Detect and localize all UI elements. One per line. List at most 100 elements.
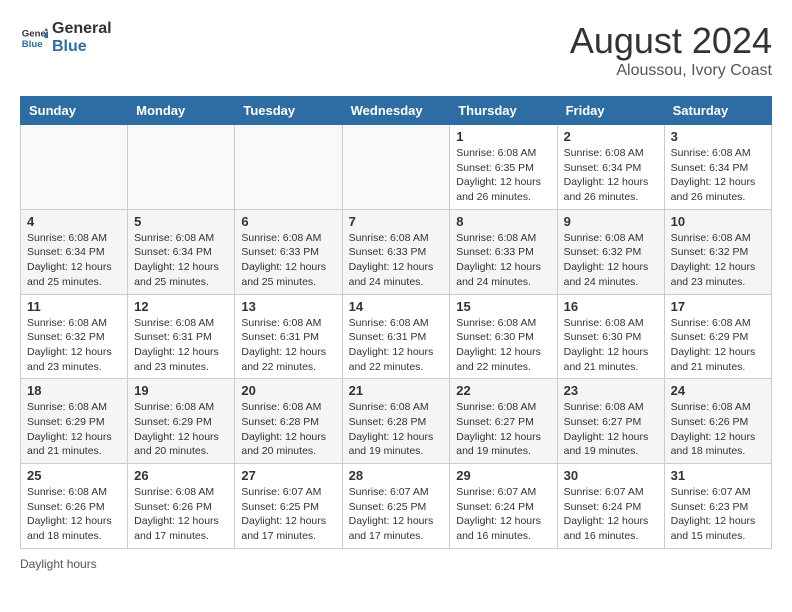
day-info: Sunrise: 6:08 AMSunset: 6:32 PMDaylight:… bbox=[564, 231, 658, 290]
calendar-cell bbox=[21, 125, 128, 210]
day-info: Sunrise: 6:08 AMSunset: 6:30 PMDaylight:… bbox=[456, 316, 550, 375]
calendar-cell: 26 Sunrise: 6:08 AMSunset: 6:26 PMDayligh… bbox=[128, 464, 235, 549]
day-number: 23 bbox=[564, 383, 658, 398]
calendar-cell: 23 Sunrise: 6:08 AMSunset: 6:27 PMDayligh… bbox=[557, 379, 664, 464]
day-info: Sunrise: 6:08 AMSunset: 6:32 PMDaylight:… bbox=[671, 231, 765, 290]
day-info: Sunrise: 6:08 AMSunset: 6:35 PMDaylight:… bbox=[456, 146, 550, 205]
calendar-week-row: 11Sunrise: 6:08 AMSunset: 6:32 PMDayligh… bbox=[21, 294, 772, 379]
day-info: Sunrise: 6:08 AMSunset: 6:27 PMDaylight:… bbox=[564, 400, 658, 459]
calendar-cell: 20 Sunrise: 6:08 AMSunset: 6:28 PMDayligh… bbox=[235, 379, 342, 464]
calendar-cell: 9 Sunrise: 6:08 AMSunset: 6:32 PMDaylight… bbox=[557, 209, 664, 294]
day-number: 18 bbox=[27, 383, 121, 398]
calendar-cell: 13Sunrise: 6:08 AMSunset: 6:31 PMDayligh… bbox=[235, 294, 342, 379]
calendar-cell: 31Sunrise: 6:07 AMSunset: 6:23 PMDayligh… bbox=[664, 464, 771, 549]
day-info: Sunrise: 6:08 AMSunset: 6:26 PMDaylight:… bbox=[27, 485, 121, 544]
header: General Blue General Blue August 2024 Al… bbox=[20, 20, 772, 80]
day-number: 9 bbox=[564, 214, 658, 229]
calendar-cell: 27Sunrise: 6:07 AMSunset: 6:25 PMDayligh… bbox=[235, 464, 342, 549]
day-number: 25 bbox=[27, 468, 121, 483]
day-number: 17 bbox=[671, 299, 765, 314]
day-info: Sunrise: 6:08 AMSunset: 6:27 PMDaylight:… bbox=[456, 400, 550, 459]
calendar: Sunday Monday Tuesday Wednesday Thursday… bbox=[20, 96, 772, 549]
calendar-cell bbox=[342, 125, 450, 210]
calendar-cell bbox=[128, 125, 235, 210]
logo-icon: General Blue bbox=[20, 24, 48, 52]
calendar-cell: 12Sunrise: 6:08 AMSunset: 6:31 PMDayligh… bbox=[128, 294, 235, 379]
day-number: 7 bbox=[349, 214, 444, 229]
day-number: 30 bbox=[564, 468, 658, 483]
day-number: 26 bbox=[134, 468, 228, 483]
day-number: 15 bbox=[456, 299, 550, 314]
day-number: 22 bbox=[456, 383, 550, 398]
location: Aloussou, Ivory Coast bbox=[570, 62, 772, 80]
calendar-cell: 5 Sunrise: 6:08 AMSunset: 6:34 PMDaylight… bbox=[128, 209, 235, 294]
day-info: Sunrise: 6:07 AMSunset: 6:24 PMDaylight:… bbox=[564, 485, 658, 544]
footer-note: Daylight hours bbox=[20, 557, 772, 571]
calendar-header-row: Sunday Monday Tuesday Wednesday Thursday… bbox=[21, 97, 772, 125]
day-number: 20 bbox=[241, 383, 335, 398]
day-info: Sunrise: 6:08 AMSunset: 6:34 PMDaylight:… bbox=[134, 231, 228, 290]
day-number: 28 bbox=[349, 468, 444, 483]
calendar-cell bbox=[235, 125, 342, 210]
calendar-cell: 6Sunrise: 6:08 AMSunset: 6:33 PMDaylight… bbox=[235, 209, 342, 294]
day-info: Sunrise: 6:08 AMSunset: 6:29 PMDaylight:… bbox=[27, 400, 121, 459]
day-info: Sunrise: 6:07 AMSunset: 6:24 PMDaylight:… bbox=[456, 485, 550, 544]
day-number: 24 bbox=[671, 383, 765, 398]
day-info: Sunrise: 6:08 AMSunset: 6:33 PMDaylight:… bbox=[241, 231, 335, 290]
day-number: 8 bbox=[456, 214, 550, 229]
calendar-week-row: 25 Sunrise: 6:08 AMSunset: 6:26 PMDayligh… bbox=[21, 464, 772, 549]
col-tuesday: Tuesday bbox=[235, 97, 342, 125]
logo-general-text: General bbox=[52, 20, 112, 38]
day-number: 2 bbox=[564, 129, 658, 144]
calendar-cell: 10 Sunrise: 6:08 AMSunset: 6:32 PMDayligh… bbox=[664, 209, 771, 294]
month-year: August 2024 bbox=[570, 20, 772, 62]
svg-text:General: General bbox=[22, 28, 48, 39]
day-info: Sunrise: 6:08 AMSunset: 6:26 PMDaylight:… bbox=[134, 485, 228, 544]
day-number: 31 bbox=[671, 468, 765, 483]
calendar-cell: 11Sunrise: 6:08 AMSunset: 6:32 PMDayligh… bbox=[21, 294, 128, 379]
daylight-note: Daylight hours bbox=[20, 557, 97, 571]
calendar-cell: 25 Sunrise: 6:08 AMSunset: 6:26 PMDayligh… bbox=[21, 464, 128, 549]
calendar-cell: 21Sunrise: 6:08 AMSunset: 6:28 PMDayligh… bbox=[342, 379, 450, 464]
calendar-cell: 28 Sunrise: 6:07 AMSunset: 6:25 PMDayligh… bbox=[342, 464, 450, 549]
day-number: 12 bbox=[134, 299, 228, 314]
day-number: 27 bbox=[241, 468, 335, 483]
day-number: 4 bbox=[27, 214, 121, 229]
day-number: 14 bbox=[349, 299, 444, 314]
day-number: 1 bbox=[456, 129, 550, 144]
calendar-cell: 8Sunrise: 6:08 AMSunset: 6:33 PMDaylight… bbox=[450, 209, 557, 294]
col-thursday: Thursday bbox=[450, 97, 557, 125]
calendar-cell: 15 Sunrise: 6:08 AMSunset: 6:30 PMDayligh… bbox=[450, 294, 557, 379]
calendar-cell: 14Sunrise: 6:08 AMSunset: 6:31 PMDayligh… bbox=[342, 294, 450, 379]
calendar-cell: 3Sunrise: 6:08 AMSunset: 6:34 PMDaylight… bbox=[664, 125, 771, 210]
day-number: 5 bbox=[134, 214, 228, 229]
title-area: August 2024 Aloussou, Ivory Coast bbox=[570, 20, 772, 80]
logo: General Blue General Blue bbox=[20, 20, 112, 55]
day-number: 29 bbox=[456, 468, 550, 483]
day-info: Sunrise: 6:08 AMSunset: 6:33 PMDaylight:… bbox=[349, 231, 444, 290]
calendar-cell: 22 Sunrise: 6:08 AMSunset: 6:27 PMDayligh… bbox=[450, 379, 557, 464]
day-info: Sunrise: 6:08 AMSunset: 6:28 PMDaylight:… bbox=[349, 400, 444, 459]
day-info: Sunrise: 6:08 AMSunset: 6:34 PMDaylight:… bbox=[27, 231, 121, 290]
col-sunday: Sunday bbox=[21, 97, 128, 125]
day-number: 16 bbox=[564, 299, 658, 314]
col-friday: Friday bbox=[557, 97, 664, 125]
col-wednesday: Wednesday bbox=[342, 97, 450, 125]
col-saturday: Saturday bbox=[664, 97, 771, 125]
calendar-cell: 24Sunrise: 6:08 AMSunset: 6:26 PMDayligh… bbox=[664, 379, 771, 464]
svg-text:Blue: Blue bbox=[22, 38, 43, 49]
day-number: 13 bbox=[241, 299, 335, 314]
calendar-cell: 30 Sunrise: 6:07 AMSunset: 6:24 PMDayligh… bbox=[557, 464, 664, 549]
day-number: 10 bbox=[671, 214, 765, 229]
day-info: Sunrise: 6:08 AMSunset: 6:34 PMDaylight:… bbox=[564, 146, 658, 205]
day-info: Sunrise: 6:07 AMSunset: 6:25 PMDaylight:… bbox=[349, 485, 444, 544]
calendar-cell: 17 Sunrise: 6:08 AMSunset: 6:29 PMDayligh… bbox=[664, 294, 771, 379]
day-info: Sunrise: 6:08 AMSunset: 6:34 PMDaylight:… bbox=[671, 146, 765, 205]
calendar-cell: 4 Sunrise: 6:08 AMSunset: 6:34 PMDaylight… bbox=[21, 209, 128, 294]
calendar-cell: 7 Sunrise: 6:08 AMSunset: 6:33 PMDaylight… bbox=[342, 209, 450, 294]
calendar-cell: 29 Sunrise: 6:07 AMSunset: 6:24 PMDayligh… bbox=[450, 464, 557, 549]
calendar-week-row: 1 Sunrise: 6:08 AMSunset: 6:35 PMDaylight… bbox=[21, 125, 772, 210]
day-info: Sunrise: 6:08 AMSunset: 6:28 PMDaylight:… bbox=[241, 400, 335, 459]
day-info: Sunrise: 6:08 AMSunset: 6:29 PMDaylight:… bbox=[671, 316, 765, 375]
day-number: 11 bbox=[27, 299, 121, 314]
